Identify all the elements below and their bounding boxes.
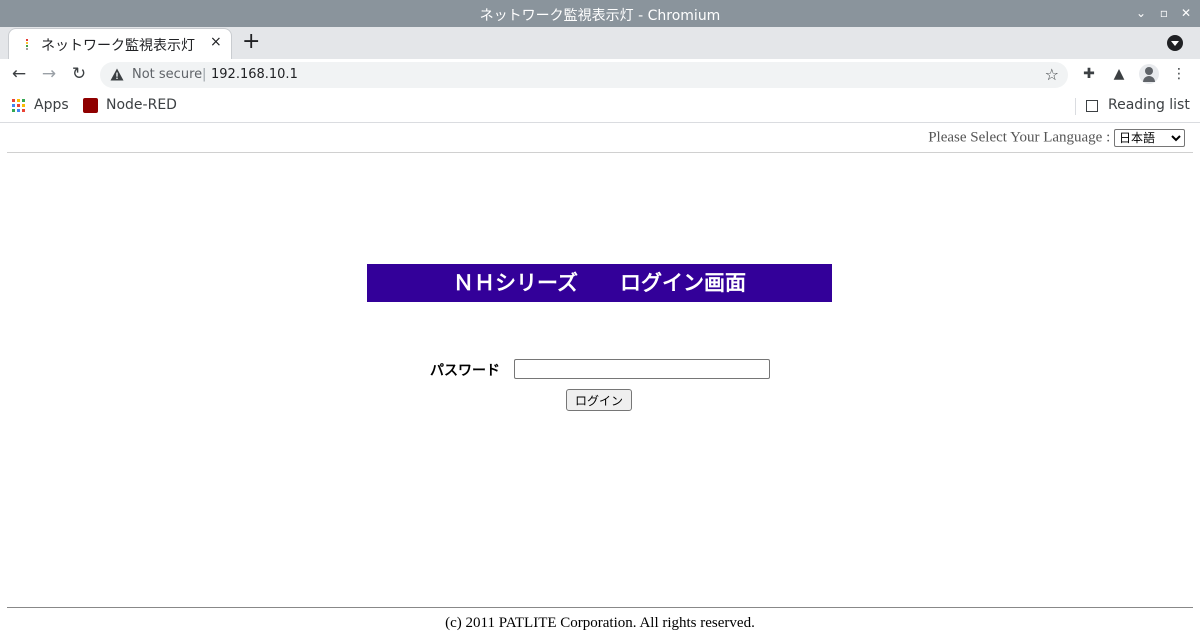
bookmark-star-icon[interactable]: ☆ (1045, 65, 1059, 84)
maximize-icon[interactable]: ▫ (1154, 4, 1174, 22)
browser-tab[interactable]: ネットワーク監視表示灯 × (8, 28, 232, 59)
tab-close-icon[interactable]: × (210, 34, 222, 50)
profile-avatar-icon[interactable] (1139, 64, 1159, 84)
minimize-chevron-icon[interactable]: ⌄ (1131, 4, 1151, 22)
reload-icon[interactable]: ↻ (68, 63, 90, 85)
favicon-icon (26, 39, 28, 50)
bookmarks-bar: Apps Node-RED Reading list (0, 91, 1200, 123)
login-button[interactable]: ログイン (566, 389, 632, 411)
tab-search-icon[interactable] (1167, 35, 1183, 51)
language-prompt: Please Select Your Language : (928, 129, 1111, 146)
apps-grid-icon[interactable] (12, 99, 25, 112)
bookmarks-divider (1075, 98, 1076, 115)
password-label: パスワード (430, 363, 500, 379)
bookmark-apps[interactable]: Apps (34, 97, 69, 113)
menu-kebab-icon[interactable]: ⋮ (1169, 64, 1189, 84)
page-content: Please Select Your Language : 日本語 ＮＨシリーズ… (0, 124, 1200, 641)
url-separator: | (202, 67, 207, 82)
forward-arrow-icon[interactable]: → (38, 63, 60, 85)
extensions-puzzle-icon[interactable]: ✚ (1079, 64, 1099, 84)
reading-list-icon[interactable] (1086, 100, 1098, 112)
tab-title: ネットワーク監視表示灯 (41, 38, 195, 54)
bottom-divider (7, 607, 1193, 608)
close-window-icon[interactable]: ✕ (1176, 4, 1196, 22)
security-status-label[interactable]: Not secure (132, 67, 202, 82)
window-title: ネットワーク監視表示灯 - Chromium (479, 8, 721, 24)
address-bar[interactable]: Not secure | 192.168.10.1 ☆ (100, 62, 1068, 88)
labs-flask-icon[interactable]: ▲ (1109, 64, 1129, 84)
password-field[interactable] (514, 359, 770, 379)
reading-list-button[interactable]: Reading list (1108, 97, 1190, 113)
back-arrow-icon[interactable]: ← (8, 63, 30, 85)
new-tab-plus-icon[interactable]: + (242, 30, 260, 54)
top-divider (7, 152, 1193, 153)
url-text[interactable]: 192.168.10.1 (211, 67, 298, 82)
bookmark-nodered[interactable]: Node-RED (106, 97, 177, 113)
tab-strip: ネットワーク監視表示灯 × + (0, 27, 1200, 59)
language-selector-row: Please Select Your Language : 日本語 (928, 129, 1185, 147)
browser-toolbar: ← → ↻ Not secure | 192.168.10.1 ☆ ✚ ▲ ⋮ (0, 59, 1200, 91)
nodered-icon[interactable] (83, 98, 98, 113)
login-banner-title: ＮＨシリーズ ログイン画面 (367, 264, 832, 302)
warning-triangle-icon (110, 68, 124, 81)
language-select[interactable]: 日本語 (1114, 129, 1185, 147)
window-titlebar: ネットワーク監視表示灯 - Chromium ⌄ ▫ ✕ (0, 0, 1200, 27)
copyright-text: (c) 2011 PATLITE Corporation. All rights… (445, 615, 755, 631)
